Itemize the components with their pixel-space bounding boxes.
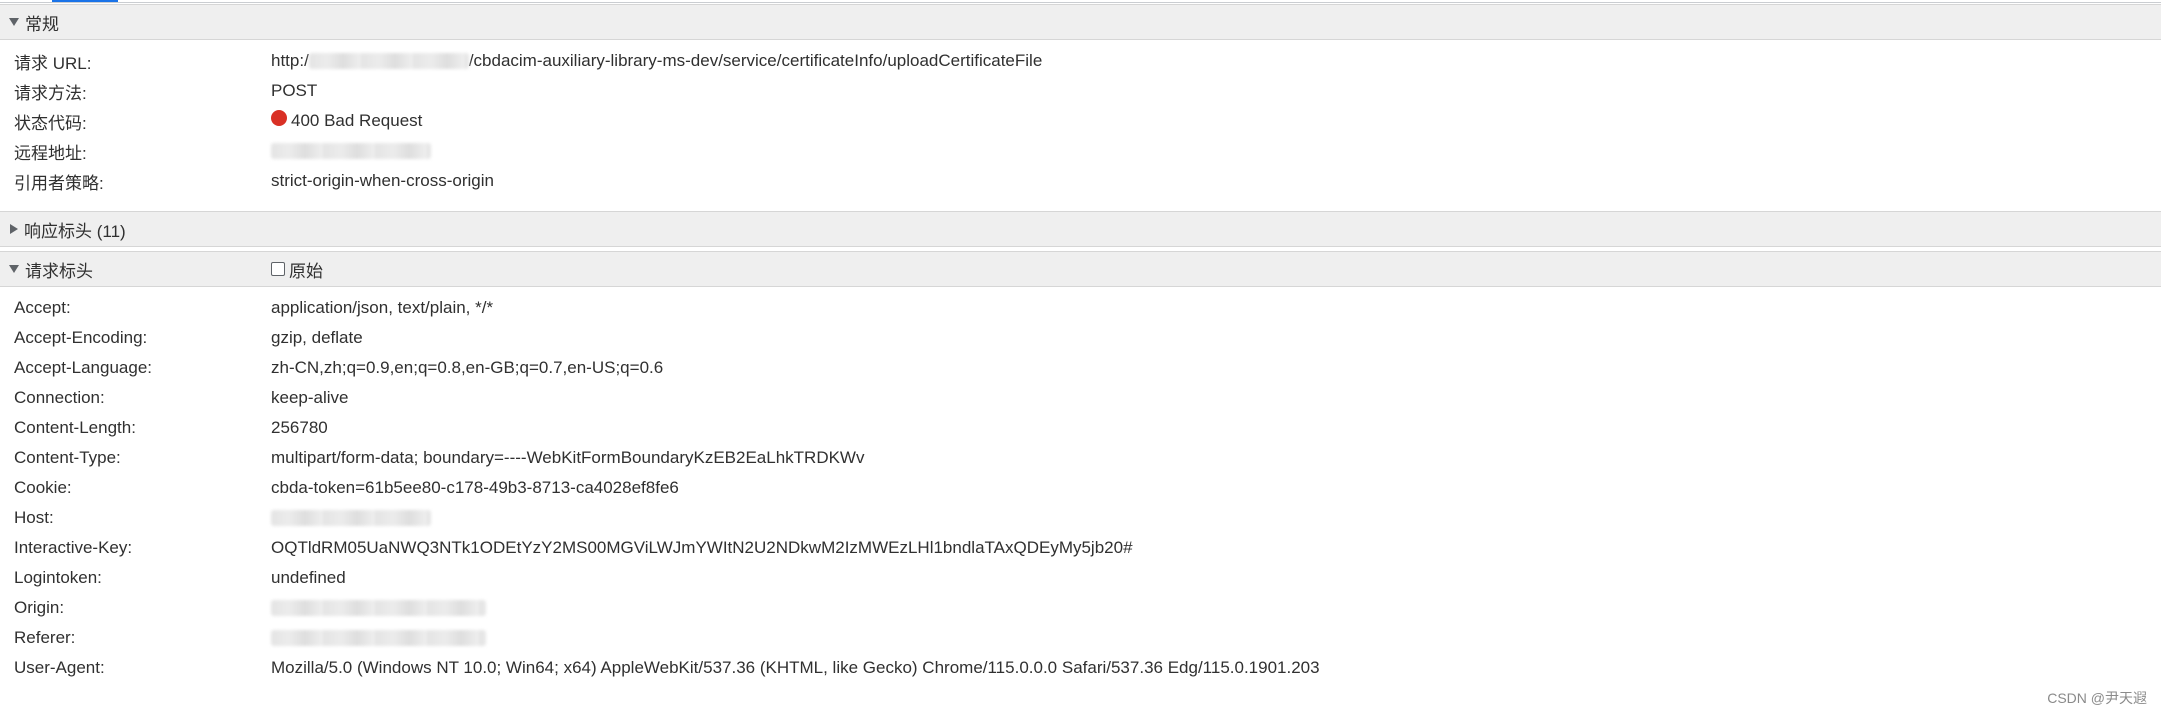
general-row-status: 状态代码: 400 Bad Request — [0, 106, 2161, 136]
row-key: 远程地址: — [14, 143, 87, 163]
row-key: Accept: — [14, 298, 71, 317]
row-key: Interactive-Key: — [14, 538, 133, 557]
row-key: Host: — [14, 508, 54, 527]
redacted-host — [308, 53, 469, 69]
row-value[interactable]: http:/ /cbdacim-auxiliary-library-ms-dev… — [271, 51, 1042, 71]
row-key: Content-Type: — [14, 448, 121, 467]
status-text: 400 Bad Request — [291, 111, 423, 130]
row-value[interactable]: undefined — [271, 568, 346, 588]
section-title-request-headers: 请求标头 — [25, 261, 93, 281]
header-row-cookie: Cookie: cbda-token=61b5ee80-c178-49b3-87… — [0, 473, 2161, 503]
section-header-request-headers[interactable]: 请求标头 原始 — [0, 251, 2161, 287]
section-header-response-headers[interactable]: 响应标头 (11) — [0, 211, 2161, 247]
row-value[interactable]: keep-alive — [271, 388, 349, 408]
general-row-remote-address: 远程地址: — [0, 136, 2161, 166]
watermark: CSDN @尹天遐 — [2047, 690, 2147, 706]
row-key: 状态代码: — [14, 113, 87, 133]
raw-headers-toggle[interactable]: 原始 — [271, 257, 323, 282]
header-row-referer: Referer: — [0, 623, 2161, 653]
general-row-method: 请求方法: POST — [0, 76, 2161, 106]
row-key: Accept-Encoding: — [14, 328, 148, 347]
row-value[interactable]: application/json, text/plain, */* — [271, 298, 493, 318]
row-value[interactable]: Mozilla/5.0 (Windows NT 10.0; Win64; x64… — [271, 658, 1320, 678]
row-key: Origin: — [14, 598, 65, 617]
row-value[interactable]: POST — [271, 81, 317, 101]
row-key: User-Agent: — [14, 658, 105, 677]
header-row-host: Host: — [0, 503, 2161, 533]
row-key: 请求方法: — [14, 83, 87, 103]
row-value[interactable] — [271, 143, 431, 159]
section-title-response-headers: 响应标头 (11) — [24, 221, 126, 241]
row-value[interactable] — [271, 510, 431, 526]
general-row-url: 请求 URL: http:/ /cbdacim-auxiliary-librar… — [0, 46, 2161, 76]
collapse-triangle-icon — [10, 224, 18, 234]
row-value[interactable]: zh-CN,zh;q=0.9,en;q=0.8,en-GB;q=0.7,en-U… — [271, 358, 663, 378]
header-row-content-length: Content-Length: 256780 — [0, 413, 2161, 443]
row-key: 引用者策略: — [14, 173, 104, 193]
status-error-icon — [271, 110, 287, 126]
redacted-value — [271, 510, 431, 526]
header-row-user-agent: User-Agent: Mozilla/5.0 (Windows NT 10.0… — [0, 653, 2161, 683]
header-row-accept-encoding: Accept-Encoding: gzip, deflate — [0, 323, 2161, 353]
expand-triangle-icon — [9, 18, 19, 26]
header-row-accept: Accept: application/json, text/plain, */… — [0, 293, 2161, 323]
raw-checkbox[interactable] — [271, 262, 285, 276]
header-row-connection: Connection: keep-alive — [0, 383, 2161, 413]
redacted-value — [271, 600, 486, 616]
row-value[interactable]: strict-origin-when-cross-origin — [271, 171, 494, 191]
row-key: Accept-Language: — [14, 358, 152, 377]
redacted-value — [271, 630, 486, 646]
row-value[interactable]: 400 Bad Request — [271, 110, 423, 131]
redacted-value — [271, 143, 431, 159]
expand-triangle-icon — [9, 265, 19, 273]
section-header-general[interactable]: 常规 — [0, 4, 2161, 40]
row-key: Logintoken: — [14, 568, 102, 587]
raw-checkbox-label: 原始 — [289, 261, 323, 281]
row-value[interactable]: multipart/form-data; boundary=----WebKit… — [271, 448, 864, 468]
row-key: Content-Length: — [14, 418, 136, 437]
url-prefix: http:/ — [271, 51, 309, 70]
row-value[interactable]: gzip, deflate — [271, 328, 363, 348]
section-title-general: 常规 — [25, 14, 59, 34]
row-key: 请求 URL: — [14, 53, 92, 73]
row-value[interactable] — [271, 600, 486, 616]
general-row-referrer-policy: 引用者策略: strict-origin-when-cross-origin — [0, 166, 2161, 196]
header-row-content-type: Content-Type: multipart/form-data; bound… — [0, 443, 2161, 473]
header-row-accept-language: Accept-Language: zh-CN,zh;q=0.9,en;q=0.8… — [0, 353, 2161, 383]
header-row-origin: Origin: — [0, 593, 2161, 623]
header-row-logintoken: Logintoken: undefined — [0, 563, 2161, 593]
row-value[interactable]: OQTldRM05UaNWQ3NTk1ODEtYzY2MS00MGViLWJmY… — [271, 538, 1133, 558]
row-value[interactable]: cbda-token=61b5ee80-c178-49b3-8713-ca402… — [271, 478, 679, 498]
row-value[interactable]: 256780 — [271, 418, 328, 438]
row-key: Referer: — [14, 628, 76, 647]
url-path: /cbdacim-auxiliary-library-ms-dev/servic… — [468, 51, 1043, 70]
row-key: Connection: — [14, 388, 105, 407]
header-row-interactive-key: Interactive-Key: OQTldRM05UaNWQ3NTk1ODEt… — [0, 533, 2161, 563]
row-key: Cookie: — [14, 478, 72, 497]
top-border — [0, 2, 2161, 3]
row-value[interactable] — [271, 630, 486, 646]
